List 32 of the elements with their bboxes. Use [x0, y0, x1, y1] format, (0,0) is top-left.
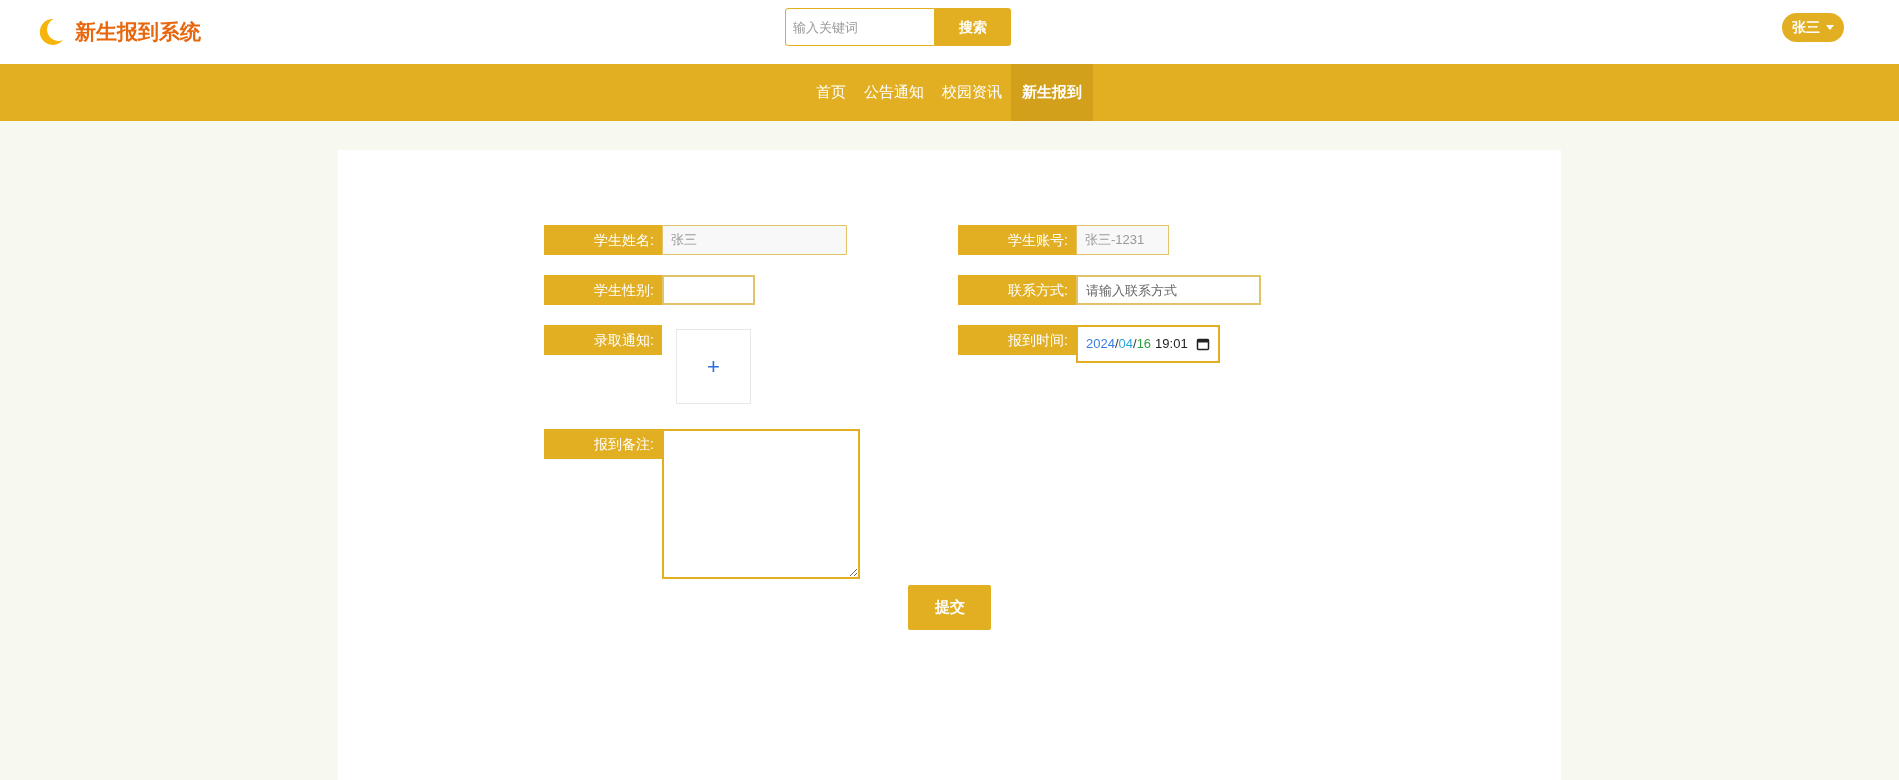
calendar-icon[interactable]	[1196, 337, 1210, 351]
user-menu-button[interactable]: 张三	[1782, 13, 1844, 42]
datetime-field[interactable]: 2024/04/16 19:01	[1076, 325, 1220, 363]
date-part-text: 2024	[1086, 335, 1115, 354]
search-field[interactable]: 输入关键词	[785, 8, 935, 46]
text-field[interactable]: 张三	[662, 225, 847, 255]
field-label: 学生账号:	[958, 225, 1076, 255]
field-label: 报到时间:	[958, 325, 1076, 355]
moon-icon	[38, 18, 64, 46]
field-label: 录取通知:	[544, 325, 662, 355]
upload-button[interactable]: +	[676, 329, 751, 404]
text-field[interactable]	[662, 275, 755, 305]
site-title: 新生报到系统	[75, 19, 201, 46]
field-label: 学生姓名:	[544, 225, 662, 255]
search-button[interactable]: 搜索	[935, 8, 1011, 46]
remarks-textarea[interactable]	[662, 429, 860, 579]
date-part-text: 16	[1136, 335, 1152, 354]
time-value: 19:01	[1155, 335, 1188, 354]
nav-link[interactable]: 首页	[806, 64, 855, 121]
field-label: 学生性别:	[544, 275, 662, 305]
submit-button[interactable]: 提交	[908, 585, 991, 630]
field-label: 报到备注:	[544, 429, 662, 459]
date-separator: /	[1114, 335, 1119, 354]
text-field[interactable]: 张三-1231	[1076, 225, 1169, 255]
caret-icon	[1826, 25, 1834, 30]
nav-link[interactable]: 校园资讯	[932, 64, 1011, 121]
field-label: 联系方式:	[958, 275, 1076, 305]
nav-link[interactable]: 新生报到	[1010, 64, 1093, 121]
nav-link[interactable]: 公告通知	[854, 64, 933, 121]
date-separator: /	[1133, 335, 1137, 354]
text-field[interactable]: 请输入联系方式	[1076, 275, 1261, 305]
date-part-text: 04	[1118, 335, 1133, 354]
